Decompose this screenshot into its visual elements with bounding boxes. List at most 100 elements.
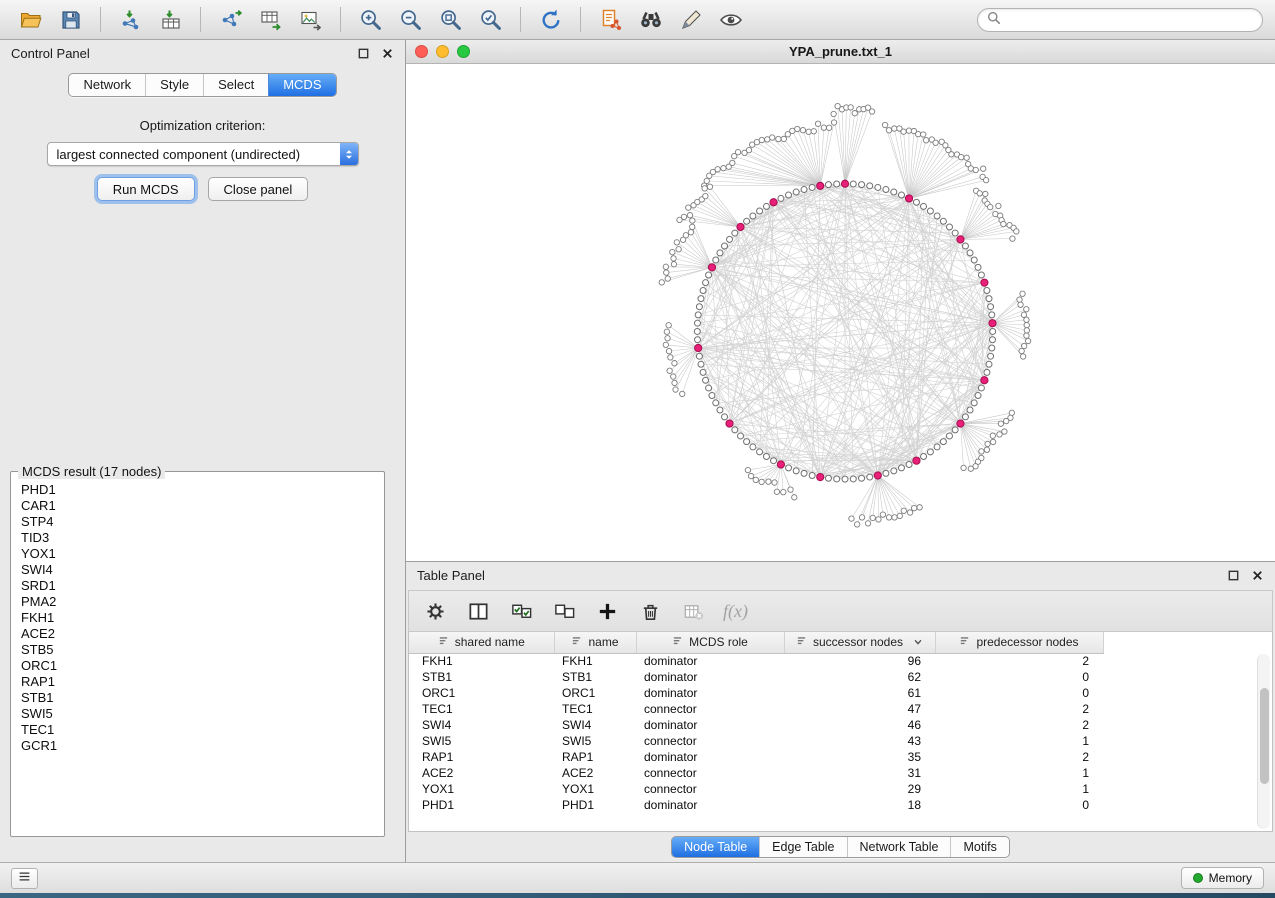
- table-row[interactable]: YOX1YOX1connector291: [409, 781, 1103, 797]
- export-network-icon[interactable]: [212, 5, 249, 35]
- table-row[interactable]: FKH1FKH1dominator962: [409, 653, 1103, 669]
- table-row[interactable]: SWI4SWI4dominator462: [409, 717, 1103, 733]
- search-box[interactable]: [977, 8, 1263, 32]
- table-row[interactable]: SWI5SWI5connector431: [409, 733, 1103, 749]
- result-node[interactable]: PMA2: [21, 594, 384, 610]
- zoom-fit-icon[interactable]: [432, 5, 469, 35]
- result-node[interactable]: PHD1: [21, 482, 384, 498]
- result-node[interactable]: SWI4: [21, 562, 384, 578]
- result-node[interactable]: SWI5: [21, 706, 384, 722]
- table-cell: 62: [784, 669, 935, 685]
- tab-mcds[interactable]: MCDS: [268, 74, 335, 96]
- table-cell: dominator: [636, 717, 784, 733]
- zoom-selected-icon[interactable]: [472, 5, 509, 35]
- column-sort-icon: [796, 635, 807, 649]
- network-canvas[interactable]: [406, 64, 1275, 561]
- panel-menu-button[interactable]: [11, 868, 38, 889]
- table-cell: dominator: [636, 669, 784, 685]
- result-node[interactable]: STP4: [21, 514, 384, 530]
- table-cell: 2: [935, 717, 1103, 733]
- search-icon: [987, 11, 1000, 29]
- result-node[interactable]: CAR1: [21, 498, 384, 514]
- tab-motifs[interactable]: Motifs: [950, 837, 1008, 857]
- table-cell: YOX1: [409, 781, 554, 797]
- open-folder-icon[interactable]: [12, 5, 49, 35]
- deselect-all-icon[interactable]: [551, 598, 577, 624]
- column-header-predecessor-nodes[interactable]: predecessor nodes: [935, 632, 1103, 653]
- tab-select[interactable]: Select: [203, 74, 268, 96]
- select-all-icon[interactable]: [508, 598, 534, 624]
- tab-network[interactable]: Network: [69, 74, 145, 96]
- tab-edge-table[interactable]: Edge Table: [759, 837, 846, 857]
- style-paint-icon[interactable]: [672, 5, 709, 35]
- column-header-mcds-role[interactable]: MCDS role: [636, 632, 784, 653]
- result-node[interactable]: YOX1: [21, 546, 384, 562]
- hamburger-icon: [17, 869, 32, 887]
- import-network-icon[interactable]: [112, 5, 149, 35]
- node-table-grid: shared namenameMCDS rolesuccessor nodesp…: [409, 632, 1104, 813]
- result-node[interactable]: STB1: [21, 690, 384, 706]
- search-input[interactable]: [1006, 12, 1253, 27]
- optimization-criterion-select[interactable]: largest connected component (undirected): [47, 142, 359, 166]
- close-panel-button[interactable]: Close panel: [208, 177, 309, 201]
- table-panel-titlebar: Table Panel: [406, 562, 1275, 588]
- result-node[interactable]: ORC1: [21, 658, 384, 674]
- table-row[interactable]: RAP1RAP1dominator352: [409, 749, 1103, 765]
- copy-network-icon[interactable]: [592, 5, 629, 35]
- run-mcds-button[interactable]: Run MCDS: [97, 177, 195, 201]
- table-row[interactable]: ACE2ACE2connector311: [409, 765, 1103, 781]
- maximize-window-button[interactable]: [457, 45, 470, 58]
- delete-row-icon[interactable]: [637, 598, 663, 624]
- tab-network-table[interactable]: Network Table: [847, 837, 951, 857]
- table-cell: connector: [636, 733, 784, 749]
- result-node[interactable]: FKH1: [21, 610, 384, 626]
- close-table-panel-icon[interactable]: [1251, 569, 1264, 582]
- zoom-in-icon[interactable]: [352, 5, 389, 35]
- toolbar-separator: [520, 7, 521, 32]
- function-builder-icon[interactable]: f(x): [723, 601, 748, 622]
- tab-style[interactable]: Style: [145, 74, 203, 96]
- tab-node-table[interactable]: Node Table: [672, 837, 759, 857]
- result-node[interactable]: RAP1: [21, 674, 384, 690]
- delete-table-icon[interactable]: [680, 598, 706, 624]
- result-node[interactable]: ACE2: [21, 626, 384, 642]
- float-panel-icon[interactable]: [357, 47, 370, 60]
- result-node[interactable]: SRD1: [21, 578, 384, 594]
- table-row[interactable]: ORC1ORC1dominator610: [409, 685, 1103, 701]
- minimize-window-button[interactable]: [436, 45, 449, 58]
- close-panel-icon[interactable]: [381, 47, 394, 60]
- memory-button[interactable]: Memory: [1181, 867, 1264, 889]
- split-columns-icon[interactable]: [465, 598, 491, 624]
- table-row[interactable]: TEC1TEC1connector472: [409, 701, 1103, 717]
- export-table-icon[interactable]: [252, 5, 289, 35]
- table-scrollbar-thumb[interactable]: [1260, 688, 1269, 784]
- column-header-successor-nodes[interactable]: successor nodes: [784, 632, 935, 653]
- refresh-icon[interactable]: [532, 5, 569, 35]
- import-table-icon[interactable]: [152, 5, 189, 35]
- add-row-icon[interactable]: [594, 598, 620, 624]
- zoom-out-icon[interactable]: [392, 5, 429, 35]
- result-node[interactable]: TID3: [21, 530, 384, 546]
- gear-icon[interactable]: [422, 598, 448, 624]
- control-panel: Control Panel NetworkStyleSelectMCDS Opt…: [0, 40, 406, 862]
- float-table-panel-icon[interactable]: [1227, 569, 1240, 582]
- first-neighbors-icon[interactable]: [632, 5, 669, 35]
- result-node[interactable]: STB5: [21, 642, 384, 658]
- column-header-shared-name[interactable]: shared name: [409, 632, 554, 653]
- control-panel-tabs: NetworkStyleSelectMCDS: [68, 73, 336, 97]
- table-scrollbar[interactable]: [1257, 654, 1270, 829]
- main-toolbar: [0, 0, 1275, 40]
- toolbar-separator: [340, 7, 341, 32]
- table-cell: 1: [935, 765, 1103, 781]
- column-header-name[interactable]: name: [554, 632, 636, 653]
- table-bottom-tabs: Node TableEdge TableNetwork TableMotifs: [671, 836, 1010, 858]
- table-row[interactable]: STB1STB1dominator620: [409, 669, 1103, 685]
- save-icon[interactable]: [52, 5, 89, 35]
- table-cell: dominator: [636, 797, 784, 813]
- close-window-button[interactable]: [415, 45, 428, 58]
- result-node[interactable]: TEC1: [21, 722, 384, 738]
- export-image-icon[interactable]: [292, 5, 329, 35]
- table-row[interactable]: PHD1PHD1dominator180: [409, 797, 1103, 813]
- show-hide-eye-icon[interactable]: [712, 5, 749, 35]
- result-node[interactable]: GCR1: [21, 738, 384, 754]
